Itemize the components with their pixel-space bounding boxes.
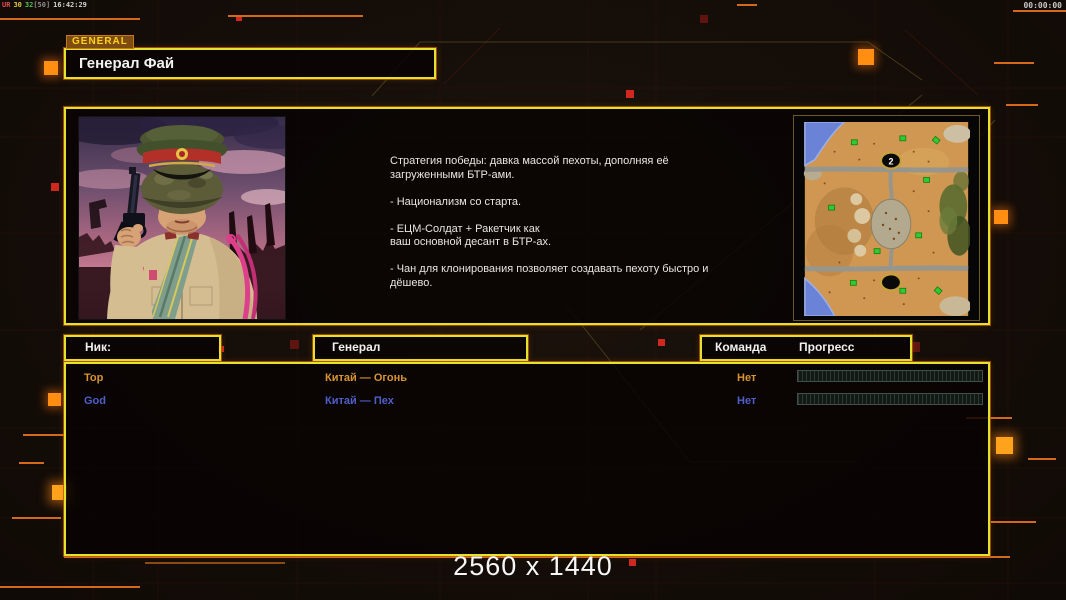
decor-square <box>858 49 874 65</box>
minimap: 2 <box>793 115 980 321</box>
decor-square <box>290 340 299 349</box>
general-info-panel: Стратегия победы: давка массой пехоты, д… <box>64 107 990 325</box>
match-timer: 00:00:00 <box>1023 1 1062 10</box>
decor-line <box>994 62 1034 64</box>
general-name-title: Генерал Фай <box>64 48 436 79</box>
decor-line <box>23 434 65 436</box>
decor-line <box>991 521 1036 523</box>
stats-part: [50] <box>33 1 51 9</box>
decor-square <box>994 210 1008 224</box>
decor-line <box>737 4 757 6</box>
player-nick: Top <box>84 372 104 384</box>
decor-square <box>658 339 665 346</box>
header-general: Генерал <box>313 335 528 361</box>
decor-square <box>996 437 1013 454</box>
stats-overlay: UR 30 32[50] 16:42:29 <box>2 1 90 9</box>
player-general: Китай — Огонь <box>325 372 407 384</box>
player-row: God Китай — Пех Нет <box>66 391 988 415</box>
player-general: Китай — Пех <box>325 395 394 407</box>
player-team: Нет <box>737 372 757 384</box>
player-row: Top Китай — Огонь Нет <box>66 368 988 392</box>
player-progress-bar <box>797 393 983 405</box>
decor-line <box>1013 10 1066 12</box>
decor-line <box>0 586 140 588</box>
stats-part: 16:42:29 <box>53 1 87 9</box>
minimap-start-marker: 2 <box>888 157 893 167</box>
resolution-label: 2560 x 1440 <box>453 551 613 581</box>
decor-line <box>1006 104 1038 106</box>
players-table: Top Китай — Огонь Нет God Китай — Пех Не… <box>64 362 990 556</box>
stats-part: 30 <box>13 1 22 9</box>
general-tab: GENERAL <box>66 35 134 49</box>
decor-line <box>0 18 140 20</box>
player-progress-bar <box>797 370 983 382</box>
player-nick: God <box>84 395 106 407</box>
strategy-description: Стратегия победы: давка массой пехоты, д… <box>390 155 709 289</box>
decor-line <box>19 462 44 464</box>
header-nick: Ник: <box>64 335 221 361</box>
header-team-progress: Команда Прогресс <box>700 335 912 361</box>
decor-square <box>700 15 708 23</box>
general-portrait <box>78 116 286 320</box>
decor-line <box>228 15 363 17</box>
decor-line <box>12 517 61 519</box>
decor-square <box>51 183 59 191</box>
decor-square <box>626 90 634 98</box>
decor-square <box>44 61 58 75</box>
header-team-label: Команда <box>715 340 767 354</box>
decor-line <box>1028 458 1056 460</box>
minimap-image: 2 <box>803 122 970 316</box>
loading-screen: { "colors": { "accent_yellow": "#e6e22b"… <box>0 0 1066 600</box>
general-portrait-image <box>79 117 285 319</box>
decor-square <box>48 393 61 406</box>
player-team: Нет <box>737 395 757 407</box>
stats-part: UR <box>2 1 11 9</box>
header-progress-label: Прогресс <box>799 340 855 354</box>
